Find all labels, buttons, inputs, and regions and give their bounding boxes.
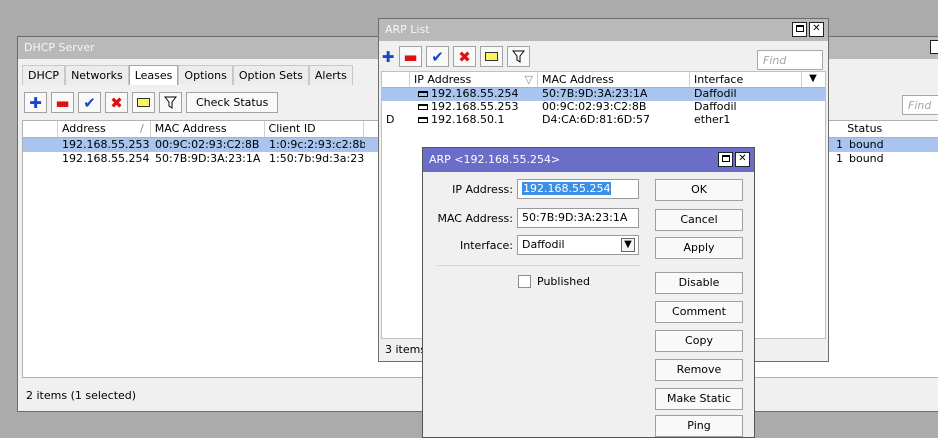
add-icon[interactable]: ✚ [381,46,395,67]
remove-button[interactable]: Remove [655,359,743,381]
lease-fragment: 1 [836,152,843,165]
arp-col-ip[interactable]: IP Address ▽ [410,72,538,87]
lease-status: bound [849,152,884,165]
lease-mac: 00:9C:02:93:C2:8B [155,138,260,151]
arp-entry-title: ARP <192.168.55.254> [429,153,561,166]
arp-table-header: IP Address ▽ MAC Address Interface ▼ [382,72,825,88]
arp-list-title: ARP List [385,23,430,36]
filter-icon[interactable] [159,92,182,113]
dropdown-arrow-icon[interactable]: ▼ [621,238,635,252]
lease-client-id: 1:0:9c:2:93:c2:8b [269,138,365,151]
remove-icon[interactable]: ▬ [51,92,74,113]
lease-mac: 50:7B:9D:3A:23:1A [155,152,261,165]
lease-client-id: 1:50:7b:9d:3a:23:... [269,152,365,165]
check-status-button[interactable]: Check Status [186,92,279,113]
interface-label: Interface: [460,239,513,252]
arp-entry-dialog: ARP <192.168.55.254> ✕ IP Address: 192.1… [422,147,755,438]
maximize-icon[interactable] [718,152,733,167]
dhcp-status-bar: 2 items (1 selected) [22,386,141,405]
published-label: Published [537,275,590,288]
maximize-icon[interactable] [792,22,807,37]
comment-button[interactable]: Comment [655,301,743,323]
close-icon[interactable]: ✕ [809,22,824,37]
arp-mac: D4:CA:6D:81:6D:57 [542,114,650,126]
dhcp-window-button[interactable] [930,40,938,54]
arp-col-interface[interactable]: Interface [690,72,802,87]
disable-button[interactable]: Disable [655,272,743,294]
table-row[interactable]: 192.168.55.254 50:7B:9D:3A:23:1A Daffodi… [382,88,825,101]
arp-entry-titlebar[interactable]: ARP <192.168.55.254> ✕ [423,148,754,172]
leases-col-address[interactable]: Address / [58,121,151,137]
sort-indicator: ▽ [524,73,533,86]
ip-address-value: 192.168.55.254 [522,182,612,195]
add-icon[interactable]: ✚ [24,92,47,113]
arp-ip: 192.168.55.253 [410,101,538,114]
arp-flag: D [386,114,395,126]
table-row[interactable]: 192.168.55.253 00:9C:02:93:C2:8B Daffodi… [382,101,825,114]
filter-icon[interactable] [507,46,530,67]
comment-icon[interactable] [132,92,155,113]
tab-option-sets[interactable]: Option Sets [232,65,309,85]
arp-mac: 00:9C:02:93:C2:8B [542,101,647,113]
interface-select[interactable]: Daffodil ▼ [517,235,639,255]
arp-toolbar: ✚ ▬ ✔ ✖ [381,46,530,67]
arp-interface: ether1 [694,114,731,126]
close-icon[interactable]: ✕ [735,152,750,167]
dhcp-server-title: DHCP Server [24,41,95,54]
mac-address-label: MAC Address: [437,212,513,225]
dhcp-tabs: DHCP Networks Leases Options Option Sets… [22,65,353,85]
apply-button[interactable]: Apply [655,237,743,259]
tab-alerts[interactable]: Alerts [308,65,353,85]
arp-entry-icon [418,104,428,110]
lease-address: 192.168.55.253 [62,138,150,151]
arp-interface: Daffodil [694,101,737,113]
lease-status: bound [849,138,884,151]
disable-icon[interactable]: ✖ [453,46,476,67]
lease-address: 192.168.55.254 [62,152,150,165]
interface-value: Daffodil [522,238,565,251]
enable-icon[interactable]: ✔ [78,92,101,113]
tab-leases[interactable]: Leases [128,65,179,85]
arp-col-mac[interactable]: MAC Address [538,72,690,87]
dhcp-toolbar: ✚ ▬ ✔ ✖ Check Status [24,92,279,113]
table-row[interactable]: D 192.168.50.1 D4:CA:6D:81:6D:57 ether1 [382,114,825,127]
lease-fragment: 1 [836,138,843,151]
arp-list-titlebar[interactable]: ARP List ✕ [379,19,828,41]
arp-flag [382,101,410,114]
arp-interface: Daffodil [694,88,737,100]
remove-icon[interactable]: ▬ [399,46,422,67]
ip-address-label: IP Address: [452,183,513,196]
ip-address-field[interactable]: 192.168.55.254 [517,179,639,199]
leases-col-status[interactable]: Status [843,121,938,137]
arp-ip: 192.168.50.1 [410,114,538,127]
ok-button[interactable]: OK [655,179,743,201]
tab-networks[interactable]: Networks [65,65,129,85]
columns-dropdown-icon[interactable]: ▼ [802,72,824,87]
tab-options[interactable]: Options [178,65,233,85]
mac-address-field[interactable]: 50:7B:9D:3A:23:1A [517,208,639,228]
leases-col-flag [23,121,58,137]
arp-mac: 50:7B:9D:3A:23:1A [542,88,648,100]
dhcp-find-input[interactable]: Find [902,95,938,115]
leases-col-client-id[interactable]: Client ID [265,121,365,137]
arp-flag [382,88,410,101]
comment-icon[interactable] [480,46,503,67]
ping-button[interactable]: Ping [655,415,743,437]
tab-dhcp[interactable]: DHCP [22,65,66,85]
cancel-button[interactable]: Cancel [655,209,743,231]
make-static-button[interactable]: Make Static [655,388,743,410]
arp-find-input[interactable]: Find [757,50,823,70]
form-divider [437,265,641,266]
arp-entry-icon [418,91,428,97]
disable-icon[interactable]: ✖ [105,92,128,113]
copy-button[interactable]: Copy [655,330,743,352]
published-checkbox[interactable] [518,275,531,288]
arp-ip: 192.168.55.254 [410,88,538,101]
arp-entry-icon [418,117,428,123]
enable-icon[interactable]: ✔ [426,46,449,67]
leases-col-mac[interactable]: MAC Address [151,121,265,137]
sort-indicator: / [140,122,144,135]
arp-col-flag [382,72,410,87]
